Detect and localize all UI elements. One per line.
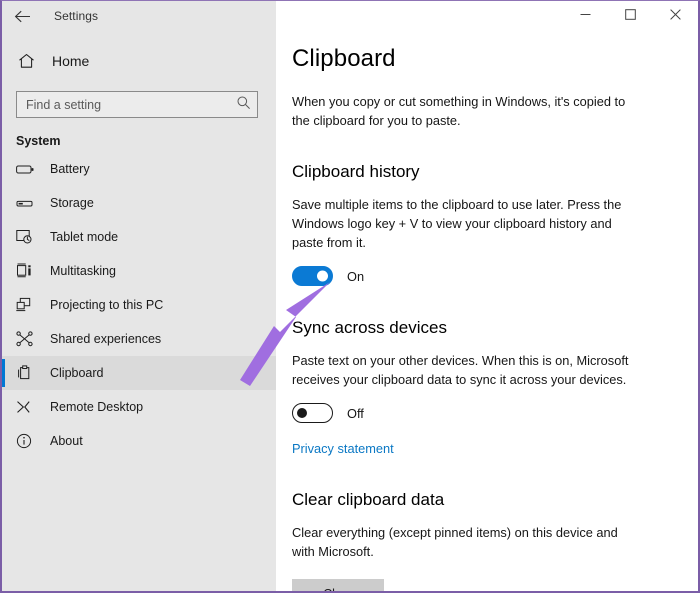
section-description-clear-clipboard-data: Clear everything (except pinned items) o… bbox=[292, 523, 644, 561]
section-title-sync-across-devices: Sync across devices bbox=[292, 318, 668, 338]
battery-icon bbox=[16, 163, 42, 176]
section-description-sync-across-devices: Paste text on your other devices. When t… bbox=[292, 351, 644, 389]
intro-text: When you copy or cut something in Window… bbox=[292, 92, 644, 130]
sidebar-item-battery-label: Battery bbox=[50, 162, 90, 176]
sidebar-item-storage-label: Storage bbox=[50, 196, 94, 210]
clear-button[interactable]: Clear bbox=[292, 579, 384, 591]
minimize-button[interactable] bbox=[563, 1, 608, 31]
tablet-mode-icon bbox=[16, 229, 42, 245]
toggle-knob bbox=[297, 408, 307, 418]
back-arrow-icon bbox=[14, 9, 31, 24]
section-description-clipboard-history: Save multiple items to the clipboard to … bbox=[292, 195, 644, 252]
minimize-icon bbox=[580, 7, 591, 25]
sidebar-item-battery[interactable]: Battery bbox=[2, 152, 276, 186]
privacy-statement-link[interactable]: Privacy statement bbox=[292, 441, 394, 456]
maximize-button[interactable] bbox=[608, 1, 653, 31]
sidebar-item-home-label: Home bbox=[52, 53, 89, 69]
sync-across-devices-toggle[interactable] bbox=[292, 403, 333, 423]
sync-across-devices-toggle-row: Off bbox=[292, 403, 668, 423]
sidebar-item-multitasking[interactable]: Multitasking bbox=[2, 254, 276, 288]
maximize-icon bbox=[625, 7, 636, 25]
storage-icon bbox=[16, 197, 42, 210]
multitasking-icon bbox=[16, 263, 42, 279]
title-bar-left: Settings bbox=[2, 1, 276, 31]
window-controls bbox=[276, 1, 698, 31]
sidebar-item-shared-experiences-label: Shared experiences bbox=[50, 332, 161, 346]
info-icon bbox=[16, 433, 42, 449]
toggle-knob bbox=[317, 271, 328, 282]
section-title-clear-clipboard-data: Clear clipboard data bbox=[292, 490, 668, 510]
page-title: Clipboard bbox=[292, 45, 668, 73]
clipboard-history-toggle[interactable] bbox=[292, 266, 333, 286]
sidebar-item-multitasking-label: Multitasking bbox=[50, 264, 116, 278]
sidebar-group-title: System bbox=[16, 134, 276, 148]
sidebar-item-tablet-mode[interactable]: Tablet mode bbox=[2, 220, 276, 254]
clipboard-history-toggle-label: On bbox=[347, 269, 364, 284]
sidebar-item-clipboard[interactable]: Clipboard bbox=[2, 356, 276, 390]
search-input[interactable] bbox=[26, 98, 236, 112]
sidebar-item-remote-desktop[interactable]: Remote Desktop bbox=[2, 390, 276, 424]
sidebar-item-projecting-label: Projecting to this PC bbox=[50, 298, 163, 312]
close-icon bbox=[670, 7, 681, 25]
close-button[interactable] bbox=[653, 1, 698, 31]
sidebar-item-projecting[interactable]: Projecting to this PC bbox=[2, 288, 276, 322]
sidebar-item-home[interactable]: Home bbox=[2, 45, 276, 77]
projecting-icon bbox=[16, 297, 42, 313]
sidebar-item-shared-experiences[interactable]: Shared experiences bbox=[2, 322, 276, 356]
sidebar-item-remote-desktop-label: Remote Desktop bbox=[50, 400, 143, 414]
clipboard-history-toggle-row: On bbox=[292, 266, 668, 286]
sidebar-item-about[interactable]: About bbox=[2, 424, 276, 458]
back-button[interactable] bbox=[2, 1, 42, 31]
window-title: Settings bbox=[54, 9, 98, 23]
sidebar: Home System Battery bbox=[2, 31, 276, 591]
sidebar-item-about-label: About bbox=[50, 434, 83, 448]
main-content: Clipboard When you copy or cut something… bbox=[276, 31, 698, 591]
sidebar-item-tablet-mode-label: Tablet mode bbox=[50, 230, 118, 244]
sidebar-item-storage[interactable]: Storage bbox=[2, 186, 276, 220]
title-bar: Settings bbox=[2, 1, 698, 31]
remote-desktop-icon bbox=[16, 399, 42, 415]
settings-window: Settings bbox=[0, 0, 700, 593]
shared-experiences-icon bbox=[16, 331, 42, 347]
clipboard-icon bbox=[16, 365, 42, 381]
section-title-clipboard-history: Clipboard history bbox=[292, 162, 668, 182]
sidebar-item-clipboard-label: Clipboard bbox=[50, 366, 104, 380]
search-icon[interactable] bbox=[236, 95, 251, 115]
sync-across-devices-toggle-label: Off bbox=[347, 406, 364, 421]
home-icon bbox=[18, 53, 46, 69]
search-box[interactable] bbox=[16, 91, 258, 118]
